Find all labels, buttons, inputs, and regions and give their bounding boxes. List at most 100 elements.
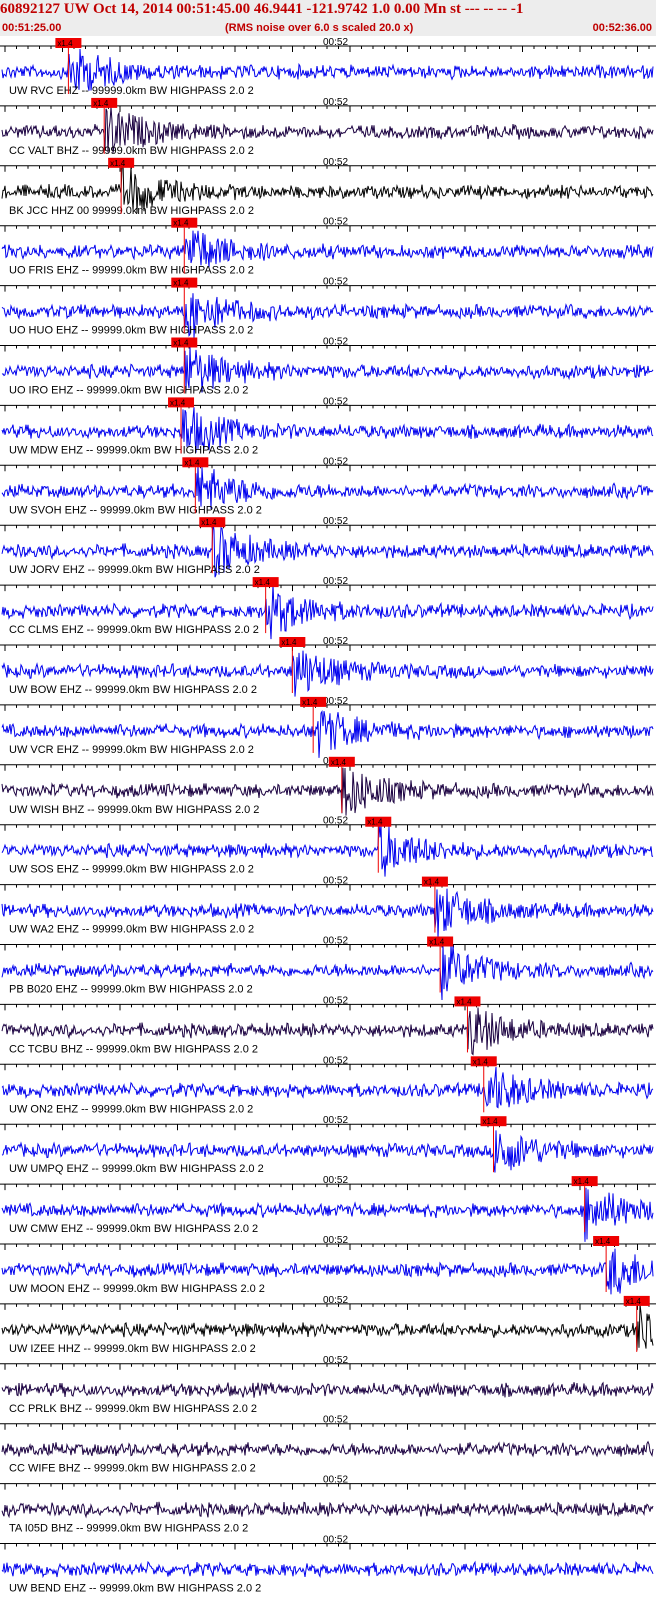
trace-row: 00:52 CC VALT BHZ -- 99999.0km BW HIGHPAS… bbox=[0, 97, 656, 157]
time-tick-label: 00:52 bbox=[323, 396, 348, 407]
time-tick-label: 00:52 bbox=[323, 97, 348, 108]
pick-label: x1.4 bbox=[483, 1117, 499, 1126]
time-tick-label: 00:52 bbox=[323, 1175, 348, 1186]
pick-label: x1.4 bbox=[424, 878, 440, 887]
trace-row: 00:52 UW ON2 EHZ -- 99999.0km BW HIGHPASS… bbox=[0, 1055, 656, 1115]
pick-label: x1.4 bbox=[173, 279, 189, 288]
time-tick-label: 00:52 bbox=[323, 876, 348, 887]
station-label: CC VALT BHZ -- 99999.0km BW HIGHPASS 2.0… bbox=[9, 145, 254, 157]
station-label: UW MOON EHZ -- 99999.0km BW HIGHPASS 2.0… bbox=[9, 1283, 265, 1295]
time-tick-label: 00:52 bbox=[323, 1535, 348, 1546]
station-label: UO FRIS EHZ -- 99999.0km BW HIGHPASS 2.0… bbox=[9, 265, 254, 277]
time-tick-label: 00:52 bbox=[323, 995, 348, 1006]
pick-label: x1.4 bbox=[184, 458, 200, 467]
trace-row: 00:52 UW MDW EHZ -- 99999.0km BW HIGHPASS… bbox=[0, 396, 656, 456]
station-label: CC PRLK BHZ -- 99999.0km BW HIGHPASS 2.0… bbox=[9, 1403, 257, 1415]
station-label: UW WISH BHZ -- 99999.0km BW HIGHPASS 2.0… bbox=[9, 804, 259, 816]
pick-label: x1.4 bbox=[201, 518, 217, 527]
pick-label: x1.4 bbox=[302, 698, 318, 707]
trace-row: 00:52 UW WA2 EHZ -- 99999.0km BW HIGHPASS… bbox=[0, 876, 656, 939]
pick-label: x1.4 bbox=[255, 578, 271, 587]
pick-label: x1.4 bbox=[367, 818, 383, 827]
station-label: CC CLMS EHZ -- 99999.0km BW HIGHPASS 2.0… bbox=[9, 624, 259, 636]
waveform-trace bbox=[1, 1381, 654, 1398]
time-tick-label: 00:52 bbox=[323, 1055, 348, 1066]
trace-row: 00:52 UW SOS EHZ -- 99999.0km BW HIGHPASS… bbox=[0, 816, 656, 877]
trace-row: 00:52 CC WIFE BHZ -- 99999.0km BW HIGHPAS… bbox=[0, 1415, 656, 1475]
trace-row: 00:52 UO HUO EHZ -- 99999.0km BW HIGHPASS… bbox=[0, 277, 656, 338]
station-label: UW SOS EHZ -- 99999.0km BW HIGHPASS 2.0 … bbox=[9, 864, 254, 876]
trace-row: 00:52 CC TCBU BHZ -- 99999.0km BW HIGHPAS… bbox=[0, 995, 656, 1056]
station-label: UW MDW EHZ -- 99999.0km BW HIGHPASS 2.0 … bbox=[9, 444, 258, 456]
trace-row: 00:52 UW JORV EHZ -- 99999.0km BW HIGHPAS… bbox=[0, 516, 656, 578]
time-tick-label: 00:52 bbox=[323, 696, 348, 707]
trace-row: 00:52 UW UMPQ EHZ -- 99999.0km BW HIGHPAS… bbox=[0, 1115, 656, 1175]
station-label: BK JCC HHZ 00 99999.0km BW HIGHPASS 2.0 … bbox=[9, 205, 254, 217]
time-tick-label: 00:52 bbox=[323, 1415, 348, 1426]
station-label: CC WIFE BHZ -- 99999.0km BW HIGHPASS 2.0… bbox=[9, 1463, 256, 1475]
trace-row: 00:52 BK JCC HHZ 00 99999.0km BW HIGHPASS… bbox=[0, 157, 656, 217]
trace-row: 00:52UW WISH BHZ -- 99999.0km BW HIGHPAS… bbox=[0, 756, 656, 816]
seismogram-plot: 00:52 UW RVC EHZ -- 99999.0km BW HIGHPASS… bbox=[0, 37, 656, 1595]
pick-label: x1.4 bbox=[574, 1177, 590, 1186]
station-label: UO IRO EHZ -- 99999.0km BW HIGHPASS 2.0 … bbox=[9, 385, 248, 397]
pick-label: x1.4 bbox=[331, 758, 347, 767]
end-time-label: 00:52:36.00 bbox=[592, 22, 652, 34]
trace-row: 00:52 TA I05D BHZ -- 99999.0km BW HIGHPAS… bbox=[0, 1475, 656, 1535]
time-tick-label: 00:52 bbox=[323, 37, 348, 48]
trace-row: 00:52 UW RVC EHZ -- 99999.0km BW HIGHPASS… bbox=[0, 37, 656, 97]
time-tick-label: 00:52 bbox=[323, 456, 348, 467]
trace-row: 00:52 CC PRLK BHZ -- 99999.0km BW HIGHPAS… bbox=[0, 1355, 656, 1415]
station-label: UW IZEE HHZ -- 99999.0km BW HIGHPASS 2.0… bbox=[9, 1343, 256, 1355]
station-label: UW SVOH EHZ -- 99999.0km BW HIGHPASS 2.0… bbox=[9, 504, 262, 516]
time-tick-label: 00:52 bbox=[323, 157, 348, 168]
trace-row: 00:52 UW IZEE HHZ -- 99999.0km BW HIGHPAS… bbox=[0, 1295, 656, 1355]
waveform-trace bbox=[1, 1440, 654, 1458]
pick-label: x1.4 bbox=[93, 99, 109, 108]
waveform-trace bbox=[1, 230, 654, 268]
station-label: UW CMW EHZ -- 99999.0km BW HIGHPASS 2.0 … bbox=[9, 1223, 258, 1235]
trace-row: 00:52 UO IRO EHZ -- 99999.0km BW HIGHPASS… bbox=[0, 337, 656, 397]
waveform-trace bbox=[1, 1066, 654, 1109]
pick-label: x1.4 bbox=[170, 398, 186, 407]
time-tick-label: 00:52 bbox=[323, 1235, 348, 1246]
pick-label: x1.4 bbox=[473, 1057, 489, 1066]
waveform-trace bbox=[1, 1560, 654, 1579]
trace-row: 00:52 UO FRIS EHZ -- 99999.0km BW HIGHPAS… bbox=[0, 217, 656, 277]
trace-row: 00:52 UW VCR EHZ -- 99999.0km BW HIGHPASS… bbox=[0, 696, 656, 758]
time-tick-label: 00:52 bbox=[323, 277, 348, 288]
station-label: UW WA2 EHZ -- 99999.0km BW HIGHPASS 2.0 … bbox=[9, 924, 254, 936]
trace-row: 00:52 UW CMW EHZ -- 99999.0km BW HIGHPASS… bbox=[0, 1175, 656, 1242]
time-tick-label: 00:52 bbox=[323, 217, 348, 228]
time-tick-label: 00:52 bbox=[323, 1115, 348, 1126]
trace-row: 00:52 CC CLMS EHZ -- 99999.0km BW HIGHPAS… bbox=[0, 576, 656, 640]
header-bar: 60892127 UW Oct 14, 2014 00:51:45.00 46.… bbox=[0, 0, 656, 36]
trace-row: 00:52 UW BEND EHZ -- 99999.0km BW HIGHPAS… bbox=[0, 1535, 656, 1595]
pick-label: x1.4 bbox=[173, 219, 189, 228]
pick-label: x1.4 bbox=[429, 938, 445, 947]
time-tick-label: 00:52 bbox=[323, 337, 348, 348]
station-label: UO HUO EHZ -- 99999.0km BW HIGHPASS 2.0 … bbox=[9, 325, 253, 337]
station-label: UW UMPQ EHZ -- 99999.0km BW HIGHPASS 2.0… bbox=[9, 1163, 264, 1175]
station-label: UW ON2 EHZ -- 99999.0km BW HIGHPASS 2.0 … bbox=[9, 1103, 253, 1115]
time-tick-label: 00:52 bbox=[323, 1295, 348, 1306]
station-label: TA I05D BHZ -- 99999.0km BW HIGHPASS 2.0… bbox=[9, 1523, 248, 1535]
pick-label: x1.4 bbox=[626, 1297, 642, 1306]
time-tick-label: 00:52 bbox=[323, 1355, 348, 1366]
waveform-trace bbox=[1, 1501, 654, 1519]
pick-label: x1.4 bbox=[456, 997, 472, 1006]
station-label: UW BOW EHZ -- 99999.0km BW HIGHPASS 2.0 … bbox=[9, 684, 257, 696]
station-label: UW VCR EHZ -- 99999.0km BW HIGHPASS 2.0 … bbox=[9, 744, 254, 756]
start-time-label: 00:51:25.00 bbox=[2, 22, 62, 34]
trace-row: 00:52 PB B020 EHZ -- 99999.0km BW HIGHPAS… bbox=[0, 936, 656, 1001]
time-tick-label: 00:52 bbox=[323, 576, 348, 587]
rms-note: (RMS noise over 6.0 s scaled 20.0 x) bbox=[225, 22, 414, 34]
station-label: CC TCBU BHZ -- 99999.0km BW HIGHPASS 2.0… bbox=[9, 1043, 258, 1055]
pick-label: x1.4 bbox=[281, 638, 297, 647]
station-label: UW JORV EHZ -- 99999.0km BW HIGHPASS 2.0… bbox=[9, 564, 260, 576]
station-label: PB B020 EHZ -- 99999.0km BW HIGHPASS 2.0… bbox=[9, 984, 253, 996]
waveform-trace bbox=[1, 465, 654, 509]
pick-label: x1.4 bbox=[57, 39, 73, 48]
event-title: 60892127 UW Oct 14, 2014 00:51:45.00 46.… bbox=[0, 1, 524, 17]
time-tick-label: 00:52 bbox=[323, 1475, 348, 1486]
